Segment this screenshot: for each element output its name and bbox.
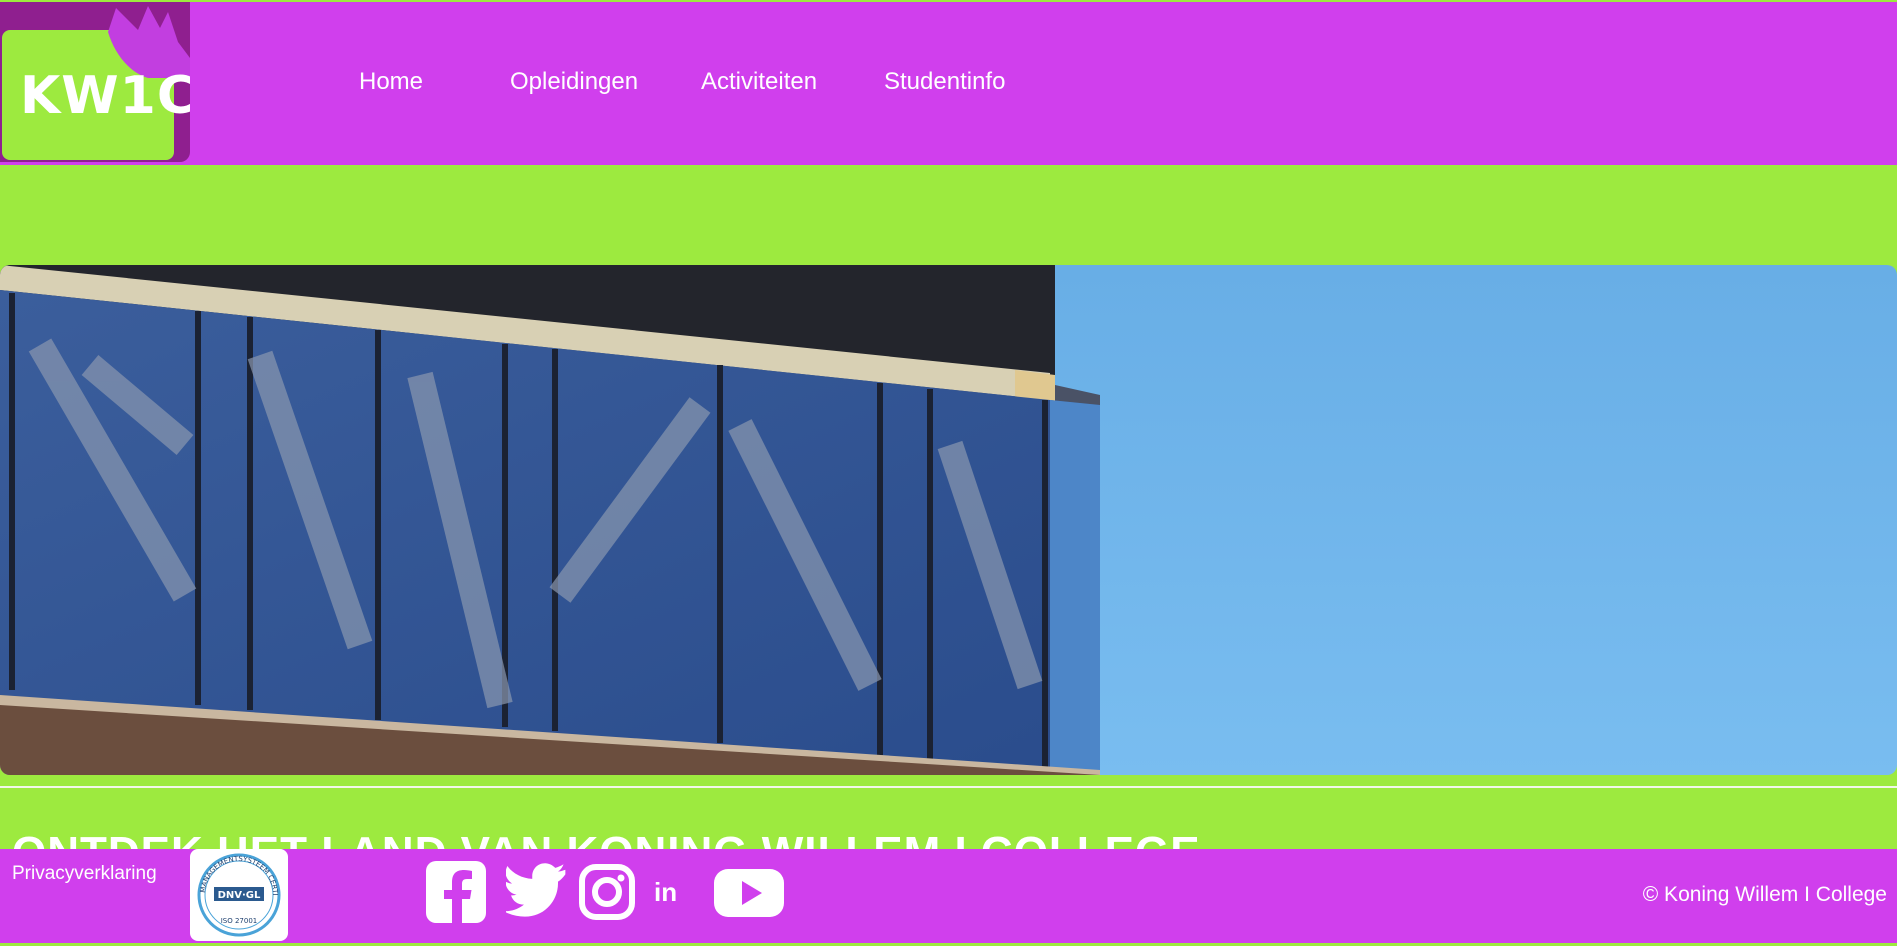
- nav-activiteiten[interactable]: Activiteiten: [701, 68, 817, 96]
- cert-standard: ISO 27001: [221, 917, 258, 925]
- site-footer: Privacyverklaring MANAGEMENTSYSTEEM CERT…: [0, 843, 1897, 943]
- section-divider: [0, 786, 1897, 788]
- building-illustration: [0, 265, 1897, 775]
- youtube-icon[interactable]: [712, 859, 786, 925]
- cert-brand: DNV·GL: [218, 890, 261, 901]
- certificate-seal: MANAGEMENTSYSTEEM CERTIFICATE DNV·GL ISO…: [187, 843, 281, 937]
- svg-text:in: in: [654, 877, 677, 907]
- site-header: KW1C Home Opleidingen Activiteiten Stude…: [0, 2, 1897, 165]
- instagram-icon[interactable]: [578, 859, 636, 925]
- nav-home[interactable]: Home: [359, 68, 423, 96]
- nav-studentinfo[interactable]: Studentinfo: [884, 68, 1005, 96]
- linkedin-icon[interactable]: in: [652, 859, 684, 925]
- twitter-icon[interactable]: [506, 859, 568, 925]
- nav-opleidingen[interactable]: Opleidingen: [510, 68, 638, 96]
- copyright-text: © Koning Willem I College: [1642, 883, 1887, 906]
- facebook-icon[interactable]: [424, 859, 488, 925]
- main-nav: Home Opleidingen Activiteiten Studentinf…: [0, 2, 1897, 165]
- privacy-link[interactable]: Privacyverklaring: [12, 863, 157, 885]
- hero-building-photo: [0, 265, 1897, 775]
- dnv-gl-certificate-badge: MANAGEMENTSYSTEEM CERTIFICATE DNV·GL ISO…: [187, 843, 288, 941]
